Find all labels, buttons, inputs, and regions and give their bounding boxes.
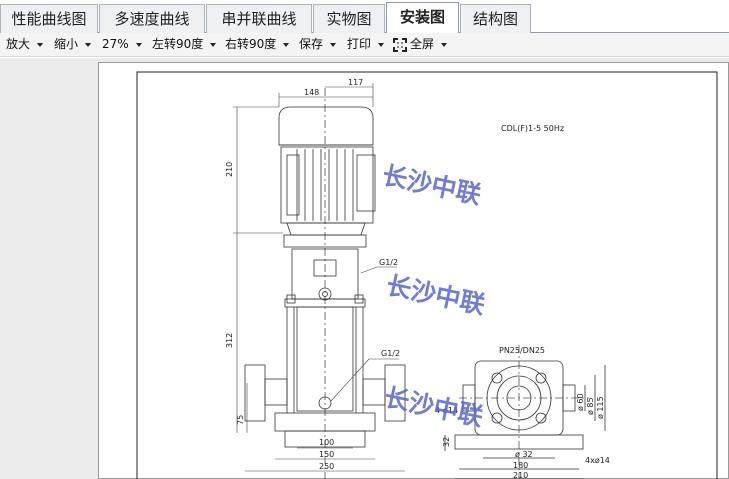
dim-180: 180 — [513, 461, 528, 470]
chevron-down-icon — [85, 42, 92, 47]
flange-label: PN25/DN25 — [499, 346, 545, 355]
zoom-in-label: 放大 — [6, 37, 31, 51]
zoom-out-button[interactable]: 缩小 — [54, 33, 92, 57]
dim-312: 312 — [225, 333, 234, 348]
dim-32-base: 32 — [442, 437, 451, 447]
dim-250: 250 — [319, 462, 334, 471]
watermark-2: 长沙中联 — [384, 271, 488, 320]
dim-d115: ø 115 — [596, 396, 605, 419]
save-label: 保存 — [299, 37, 324, 51]
print-label: 打印 — [347, 37, 372, 51]
chevron-down-icon — [378, 42, 385, 47]
installation-drawing: 117 148 210 312 75 100 150 250 G1/2 G1/2… — [136, 71, 718, 479]
bolt-holes-base: 4xø14 — [585, 456, 610, 465]
drawing-sheet: 117 148 210 312 75 100 150 250 G1/2 G1/2… — [98, 62, 729, 479]
rotate-right-label: 右转90度 — [225, 37, 277, 51]
tab-bar: 性能曲线图 多速度曲线 串并联曲线 实物图 安装图 结构图 — [0, 0, 729, 34]
print-button[interactable]: 打印 — [347, 33, 385, 57]
zoom-in-button[interactable]: 放大 — [6, 33, 44, 57]
watermark-3: 长沙中联 — [382, 383, 486, 432]
dim-117: 117 — [348, 78, 363, 87]
chevron-down-icon — [283, 42, 290, 47]
fullscreen-button[interactable]: 全屏 — [392, 33, 448, 57]
model-label: CDL(F)1-5 50Hz — [501, 124, 564, 133]
dim-148: 148 — [304, 88, 319, 97]
viewer-toolbar: 放大 缩小 27% 左转90度 右转90度 保存 打印 全屏 — [0, 33, 729, 57]
zoom-level-label: 27% — [102, 37, 129, 51]
fullscreen-label: 全屏 — [410, 37, 435, 51]
chevron-down-icon — [210, 42, 217, 47]
zoom-out-label: 缩小 — [54, 37, 79, 51]
drawing-viewport[interactable]: 117 148 210 312 75 100 150 250 G1/2 G1/2… — [0, 58, 729, 479]
port-label-top: G1/2 — [379, 258, 398, 267]
tab-series-parallel-curve[interactable]: 串并联曲线 — [206, 4, 312, 33]
dim-75: 75 — [236, 415, 245, 425]
watermark-1: 长沙中联 — [380, 161, 484, 210]
port-label-mid: G1/2 — [381, 349, 400, 358]
rotate-left-button[interactable]: 左转90度 — [152, 33, 217, 57]
chevron-down-icon — [441, 42, 448, 47]
rotate-right-button[interactable]: 右转90度 — [225, 33, 290, 57]
dim-d60: ø 60 — [576, 393, 585, 411]
dim-100: 100 — [319, 438, 334, 447]
dim-210-base: 210 — [513, 471, 528, 479]
chevron-down-icon — [135, 42, 142, 47]
dim-210: 210 — [225, 162, 234, 177]
save-button[interactable]: 保存 — [299, 33, 337, 57]
tab-performance-curve[interactable]: 性能曲线图 — [0, 4, 98, 33]
pump-side-view — [244, 88, 406, 479]
chevron-down-icon — [330, 42, 337, 47]
dim-150: 150 — [319, 450, 334, 459]
dim-d85: ø 85 — [586, 397, 595, 415]
tab-product-photo[interactable]: 实物图 — [313, 4, 385, 33]
tab-structure-drawing[interactable]: 结构图 — [460, 4, 531, 33]
chevron-down-icon — [37, 42, 44, 47]
rotate-left-label: 左转90度 — [152, 37, 204, 51]
zoom-level-select[interactable]: 27% — [102, 33, 142, 57]
fullscreen-icon — [393, 37, 407, 52]
tab-installation-drawing[interactable]: 安装图 — [386, 2, 459, 34]
tab-multi-speed-curve[interactable]: 多速度曲线 — [99, 4, 205, 33]
dim-d32: ø 32 — [515, 450, 533, 459]
